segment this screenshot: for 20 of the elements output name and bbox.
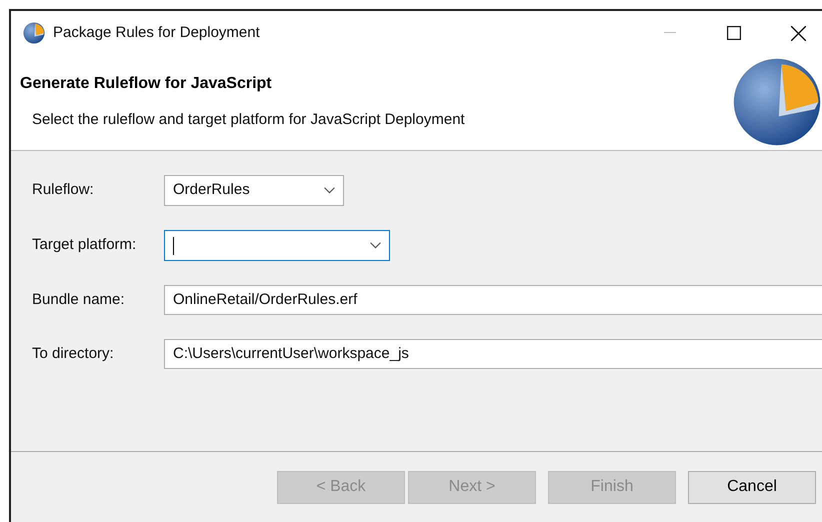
maximize-icon[interactable] xyxy=(727,26,741,40)
app-logo-icon xyxy=(23,22,45,44)
text-field[interactable]: C:\Users\currentUser\workspace_js xyxy=(164,339,822,369)
wizard-logo-icon xyxy=(732,57,822,147)
page-description: Select the ruleflow and target platform for JavaScript Deployment xyxy=(32,110,466,130)
chevron-down-icon xyxy=(370,242,381,249)
text-cursor-icon xyxy=(173,236,174,254)
field-label: To directory: xyxy=(32,344,115,364)
field-label: Bundle name: xyxy=(32,290,126,310)
dropdown[interactable]: OrderRules xyxy=(164,175,344,206)
page-title: Generate Ruleflow for JavaScript xyxy=(20,74,273,94)
dropdown-value: OrderRules xyxy=(173,180,250,200)
window-title: Package Rules for Deployment xyxy=(53,22,260,43)
close-icon[interactable] xyxy=(791,26,806,40)
chevron-down-icon xyxy=(324,187,335,194)
wizard-button[interactable]: Cancel xyxy=(688,470,816,504)
field-label: Ruleflow: xyxy=(32,180,95,200)
dropdown[interactable] xyxy=(164,230,390,261)
text-field[interactable]: OnlineRetail/OrderRules.erf xyxy=(164,285,822,315)
field-label: Target platform: xyxy=(32,235,138,256)
